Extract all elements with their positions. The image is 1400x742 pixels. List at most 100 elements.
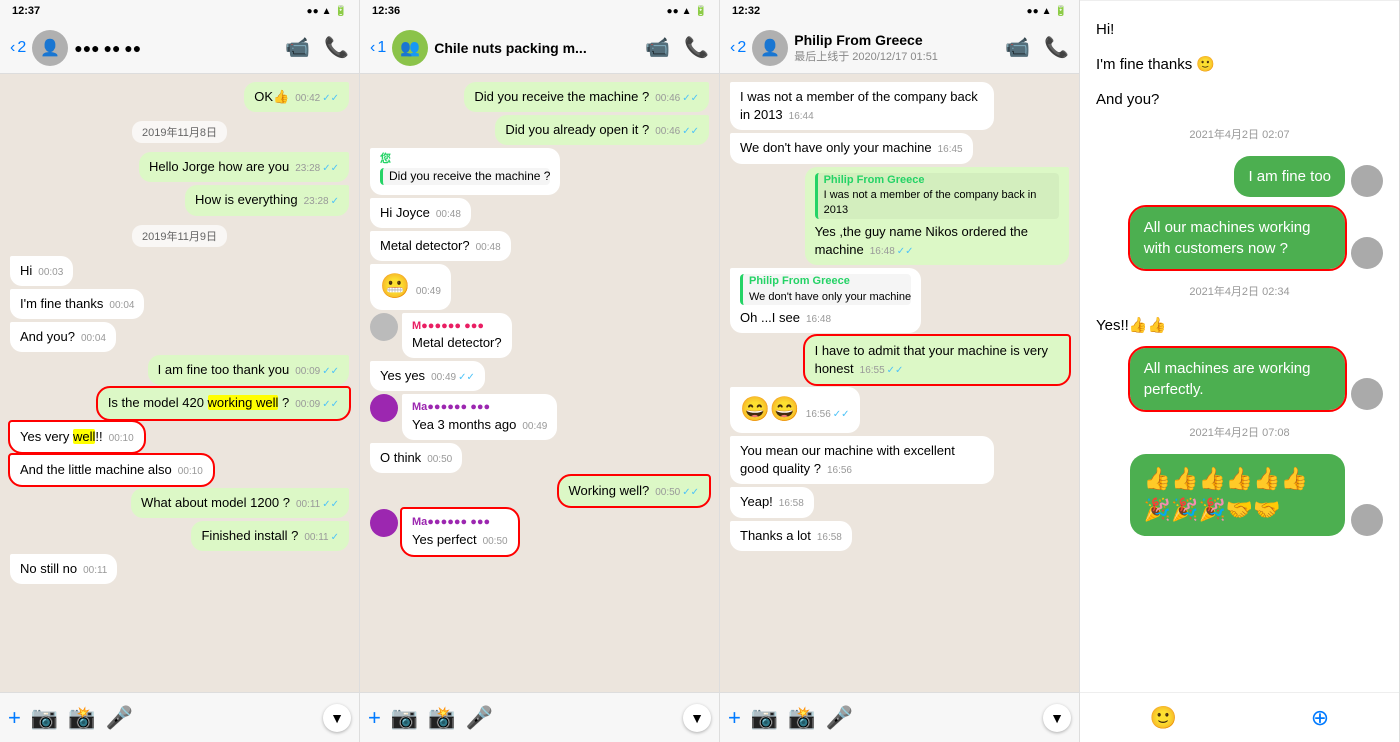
chat-body-1: OK👍00:42✓✓2019年11月8日Hello Jorge how are … bbox=[0, 74, 359, 692]
message-row: You mean our machine with excellent good… bbox=[730, 436, 1069, 484]
header-info-2: Chile nuts packing m... bbox=[434, 40, 639, 56]
quoted-text: I was not a member of the company back i… bbox=[824, 188, 1059, 219]
scroll-down-3[interactable]: ▼ bbox=[1043, 704, 1071, 732]
message-row: Ma●●●●●● ●●●Yes perfect00:50 bbox=[370, 509, 709, 555]
message-time: 00:11 bbox=[83, 565, 107, 576]
message-bubble: And you? bbox=[1096, 87, 1159, 112]
quoted-text: We don't have only your machine bbox=[749, 290, 911, 305]
call-icon-3[interactable]: 📞 bbox=[1044, 35, 1069, 60]
avatar-small bbox=[1351, 378, 1383, 410]
message-time: 16:58 bbox=[817, 532, 842, 543]
message-row: I'm fine thanks 🙂 bbox=[1096, 52, 1383, 77]
video-icon-2[interactable]: 📹 bbox=[645, 35, 670, 60]
video-icon-3[interactable]: 📹 bbox=[1005, 35, 1030, 60]
message-row: Yes very well!!00:10 bbox=[10, 422, 349, 452]
chat-header-2: ‹ 1 👥 Chile nuts packing m... 📹 📞 bbox=[360, 22, 719, 74]
message-bubble: How is everything23:28✓ bbox=[185, 185, 349, 215]
camera-button-2[interactable]: 📷 bbox=[391, 705, 418, 731]
message-row: I am fine too thank you00:09✓✓ bbox=[10, 355, 349, 385]
message-row: I'm fine thanks00:04 bbox=[10, 289, 349, 319]
message-bubble: Is the model 420 working well ?00:09✓✓ bbox=[98, 388, 349, 418]
call-icon-2[interactable]: 📞 bbox=[684, 35, 709, 60]
message-bubble: Did you already open it ?00:46✓✓ bbox=[495, 115, 709, 145]
message-time: 00:04 bbox=[81, 333, 106, 344]
add-button-3[interactable]: + bbox=[728, 705, 741, 731]
message-bubble: I am fine too bbox=[1234, 156, 1345, 197]
message-row: Philip From GreeceWe don't have only you… bbox=[730, 268, 1069, 333]
camera-button-3[interactable]: 📷 bbox=[751, 705, 778, 731]
message-text: Yes ,the guy name Nikos ordered the mach… bbox=[815, 224, 1028, 257]
date-divider: 2021年4月2日 02:07 bbox=[1096, 126, 1383, 142]
message-time: 00:10 bbox=[109, 433, 134, 444]
message-check: ✓✓ bbox=[682, 93, 699, 104]
scroll-down-1[interactable]: ▼ bbox=[323, 704, 351, 732]
message-bubble: OK👍00:42✓✓ bbox=[244, 82, 349, 112]
message-row: Did you already open it ?00:46✓✓ bbox=[370, 115, 709, 145]
signal-icons-3: ●● ▲ 🔋 bbox=[1027, 6, 1067, 17]
message-bubble: And the little machine also00:10 bbox=[10, 455, 213, 485]
message-row: O think00:50 bbox=[370, 443, 709, 473]
message-bubble: 👍👍👍👍👍👍🎉🎉🎉🤝🤝 bbox=[1130, 454, 1345, 536]
add-button-4[interactable]: ⊕ bbox=[1311, 705, 1329, 731]
mic-button-2[interactable]: 🎤 bbox=[466, 705, 493, 731]
message-row: What about model 1200 ?00:11✓✓ bbox=[10, 488, 349, 518]
message-bubble: Thanks a lot16:58 bbox=[730, 521, 852, 551]
message-bubble: Yes yes00:49✓✓ bbox=[370, 361, 485, 391]
add-button-2[interactable]: + bbox=[368, 705, 381, 731]
avatar-small bbox=[370, 313, 398, 341]
message-text: Metal detector? bbox=[412, 335, 502, 350]
photo-button-1[interactable]: 📸 bbox=[68, 705, 95, 731]
message-time: 00:48 bbox=[476, 242, 501, 253]
message-time: 16:45 bbox=[938, 144, 963, 155]
back-button-2[interactable]: ‹ 1 bbox=[370, 39, 386, 57]
add-button-1[interactable]: + bbox=[8, 705, 21, 731]
photo-button-2[interactable]: 📸 bbox=[428, 705, 455, 731]
message-check: ✓ bbox=[331, 196, 339, 207]
message-bubble: 😄😄16:56✓✓ bbox=[730, 387, 860, 433]
video-icon-1[interactable]: 📹 bbox=[285, 35, 310, 60]
message-check: ✓✓ bbox=[897, 246, 914, 257]
mic-button-3[interactable]: 🎤 bbox=[826, 705, 853, 731]
message-time: 00:46 bbox=[655, 93, 680, 104]
emoji-button-4[interactable]: 🙂 bbox=[1150, 705, 1177, 731]
message-time: 00:49 bbox=[522, 421, 547, 432]
signal-icons-2: ●● ▲ 🔋 bbox=[667, 6, 707, 17]
call-icon-1[interactable]: 📞 bbox=[324, 35, 349, 60]
message-time: 00:10 bbox=[178, 466, 203, 477]
chat-bottom-4: 🙂 ⊕ bbox=[1080, 692, 1399, 742]
message-text: Yea 3 months ago bbox=[412, 417, 516, 432]
message-text: O think bbox=[380, 450, 421, 465]
back-button-1[interactable]: ‹ 2 bbox=[10, 39, 26, 57]
message-bubble: O think00:50 bbox=[370, 443, 462, 473]
message-time: 00:04 bbox=[109, 300, 134, 311]
avatar-1: 👤 bbox=[32, 30, 68, 66]
message-bubble: Philip From GreeceI was not a member of … bbox=[805, 167, 1069, 266]
message-text: 😬 bbox=[380, 273, 410, 300]
message-bubble: Metal detector?00:48 bbox=[370, 231, 511, 261]
chat-panel-4: Hi!I'm fine thanks 🙂And you?2021年4月2日 02… bbox=[1080, 0, 1400, 742]
message-check: ✓✓ bbox=[833, 409, 850, 420]
message-row: I have to admit that your machine is ver… bbox=[730, 336, 1069, 384]
chat-header-1: ‹ 2 👤 ●●● ●● ●● 📹 📞 bbox=[0, 22, 359, 74]
last-seen-3: 最后上线于 2020/12/17 01:51 bbox=[794, 48, 999, 64]
message-row: Philip From GreeceI was not a member of … bbox=[730, 167, 1069, 266]
scroll-down-2[interactable]: ▼ bbox=[683, 704, 711, 732]
camera-button-1[interactable]: 📷 bbox=[31, 705, 58, 731]
message-check: ✓✓ bbox=[322, 499, 339, 510]
message-row: 😄😄16:56✓✓ bbox=[730, 387, 1069, 433]
photo-button-3[interactable]: 📸 bbox=[788, 705, 815, 731]
message-bubble: Working well?00:50✓✓ bbox=[559, 476, 709, 506]
message-row: We don't have only your machine16:45 bbox=[730, 133, 1069, 163]
quoted-message: Philip From GreeceWe don't have only you… bbox=[740, 274, 911, 305]
signal-icons-1: ●● ▲ 🔋 bbox=[307, 6, 347, 17]
time-2: 12:36 bbox=[372, 5, 400, 17]
avatar-small bbox=[370, 509, 398, 537]
back-button-3[interactable]: ‹ 2 bbox=[730, 39, 746, 57]
date-divider: 2021年4月2日 02:34 bbox=[1096, 283, 1383, 299]
avatar-3: 👤 bbox=[752, 30, 788, 66]
message-bubble: Finished install ?00:11✓ bbox=[191, 521, 349, 551]
message-bubble: Philip From GreeceWe don't have only you… bbox=[730, 268, 921, 333]
mic-button-1[interactable]: 🎤 bbox=[106, 705, 133, 731]
message-time: 16:48 bbox=[870, 246, 895, 257]
message-row: 👍👍👍👍👍👍🎉🎉🎉🤝🤝 bbox=[1096, 454, 1383, 536]
